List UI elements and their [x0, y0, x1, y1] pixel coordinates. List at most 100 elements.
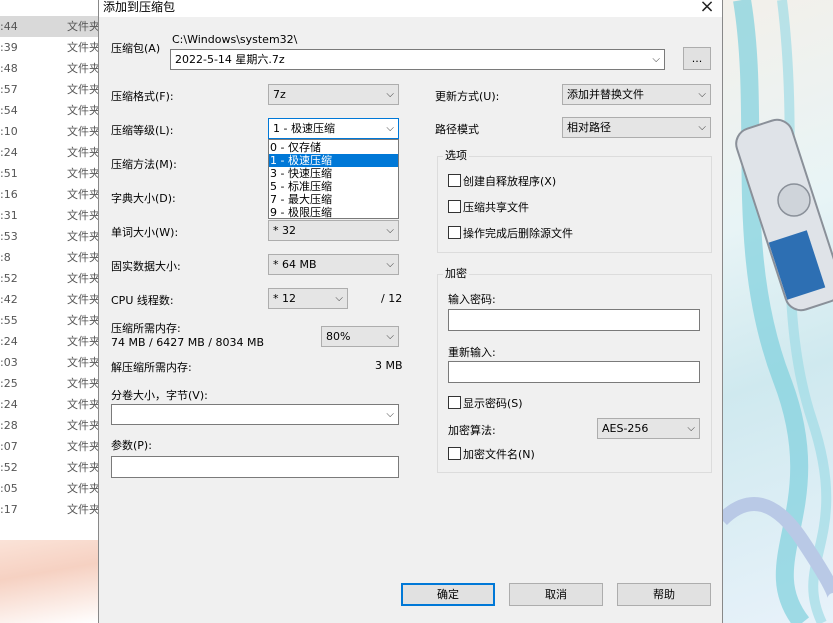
- password-input[interactable]: [448, 309, 700, 331]
- volume-label: 分卷大小，字节(V):: [111, 389, 208, 402]
- encrypt-method-select[interactable]: AES-256 ⌵: [597, 418, 700, 439]
- level-option[interactable]: 0 - 仅存储: [269, 141, 398, 154]
- memory-label: 压缩所需内存:: [111, 322, 181, 335]
- encrypt-names-checkbox[interactable]: 加密文件名(N): [448, 447, 535, 462]
- background-list-row: :16 文件夹: [0, 184, 100, 205]
- row-time: :42: [0, 293, 18, 306]
- level-option[interactable]: 9 - 极限压缩: [269, 206, 398, 219]
- row-time: :24: [0, 146, 18, 159]
- show-password-checkbox[interactable]: 显示密码(S): [448, 396, 523, 411]
- background-wallpaper-left: [0, 540, 100, 623]
- delete-checkbox[interactable]: 操作完成后删除源文件: [448, 226, 573, 241]
- row-type: 文件夹: [67, 125, 100, 138]
- background-list-row: :39 文件夹: [0, 37, 100, 58]
- row-type: 文件夹: [67, 272, 100, 285]
- level-select[interactable]: 1 - 极速压缩 ⌵: [268, 118, 399, 139]
- chevron-down-icon: ⌵: [335, 293, 343, 304]
- background-wallpaper-right: [722, 0, 833, 623]
- word-select[interactable]: * 32 ⌵: [268, 220, 399, 241]
- solid-select[interactable]: * 64 MB ⌵: [268, 254, 399, 275]
- chevron-down-icon: ⌵: [386, 259, 394, 270]
- sfx-label: 创建自释放程序(X): [463, 175, 557, 188]
- help-button[interactable]: 帮助: [617, 583, 711, 606]
- row-time: :28: [0, 419, 18, 432]
- update-value: 添加并替换文件: [567, 88, 644, 101]
- row-type: 文件夹: [67, 440, 100, 453]
- archive-name-combo[interactable]: 2022-5-14 星期六.7z ⌵: [170, 49, 665, 70]
- dict-label: 字典大小(D):: [111, 192, 176, 205]
- level-option[interactable]: 3 - 快速压缩: [269, 167, 398, 180]
- cancel-button[interactable]: 取消: [509, 583, 603, 606]
- background-list-row: :57 文件夹: [0, 79, 100, 100]
- checkbox-icon[interactable]: [448, 174, 461, 187]
- level-option[interactable]: 1 - 极速压缩: [269, 154, 398, 167]
- ok-button[interactable]: 确定: [401, 583, 495, 606]
- row-type: 文件夹: [67, 314, 100, 327]
- volume-combo[interactable]: ⌵: [111, 404, 399, 425]
- path-mode-select[interactable]: 相对路径 ⌵: [562, 117, 711, 138]
- chevron-down-icon[interactable]: ⌵: [652, 50, 660, 69]
- threads-label: CPU 线程数:: [111, 294, 174, 307]
- format-select[interactable]: 7z ⌵: [268, 84, 399, 105]
- background-list-row: :03 文件夹: [0, 352, 100, 373]
- checkbox-icon[interactable]: [448, 226, 461, 239]
- row-type: 文件夹: [67, 356, 100, 369]
- format-label: 压缩格式(F):: [111, 90, 174, 103]
- background-list-row: :24 文件夹: [0, 394, 100, 415]
- solid-value: * 64 MB: [273, 258, 317, 271]
- row-time: :39: [0, 41, 18, 54]
- word-value: * 32: [273, 224, 296, 237]
- format-value: 7z: [273, 88, 286, 101]
- background-list-row: :07 文件夹: [0, 436, 100, 457]
- params-label: 参数(P):: [111, 439, 152, 452]
- chevron-down-icon: ⌵: [386, 123, 394, 134]
- level-option[interactable]: 5 - 标准压缩: [269, 180, 398, 193]
- row-type: 文件夹: [67, 188, 100, 201]
- row-time: :53: [0, 230, 18, 243]
- checkbox-icon[interactable]: [448, 200, 461, 213]
- background-list-row: :24 文件夹: [0, 331, 100, 352]
- params-input[interactable]: [111, 456, 399, 478]
- row-type: 文件夹: [67, 377, 100, 390]
- show-password-label: 显示密码(S): [463, 397, 523, 410]
- background-list-row: :54 文件夹: [0, 100, 100, 121]
- browse-button[interactable]: ...: [683, 47, 711, 70]
- row-type: 文件夹: [67, 209, 100, 222]
- level-option[interactable]: 7 - 最大压缩: [269, 193, 398, 206]
- background-list-row: :31 文件夹: [0, 205, 100, 226]
- decomp-value: 3 MB: [375, 359, 403, 372]
- threads-select[interactable]: * 12 ⌵: [268, 288, 348, 309]
- reenter-password-input[interactable]: [448, 361, 700, 383]
- checkbox-icon[interactable]: [448, 447, 461, 460]
- row-type: 文件夹: [67, 146, 100, 159]
- title-bar: 添加到压缩包 ×: [99, 0, 722, 17]
- checkbox-icon[interactable]: [448, 396, 461, 409]
- chevron-down-icon: ⌵: [698, 89, 706, 100]
- background-list-row: :44 文件夹: [0, 16, 100, 37]
- background-list-row: :53 文件夹: [0, 226, 100, 247]
- decomp-label: 解压缩所需内存:: [111, 361, 192, 374]
- background-list-row: :48 文件夹: [0, 58, 100, 79]
- close-icon[interactable]: ×: [692, 0, 722, 17]
- shared-checkbox[interactable]: 压缩共享文件: [448, 200, 529, 215]
- chevron-down-icon: ⌵: [386, 409, 394, 420]
- memory-percent-select[interactable]: 80% ⌵: [321, 326, 399, 347]
- word-label: 单词大小(W):: [111, 226, 179, 239]
- update-select[interactable]: 添加并替换文件 ⌵: [562, 84, 711, 105]
- background-list-row: :8 文件夹: [0, 247, 100, 268]
- background-list-row: :42 文件夹: [0, 289, 100, 310]
- background-list-row: :24 文件夹: [0, 142, 100, 163]
- row-type: 文件夹: [67, 335, 100, 348]
- encryption-title: 加密: [443, 267, 469, 280]
- row-type: 文件夹: [67, 41, 100, 54]
- sfx-checkbox[interactable]: 创建自释放程序(X): [448, 174, 556, 189]
- row-time: :25: [0, 377, 18, 390]
- level-value: 1 - 极速压缩: [273, 122, 335, 135]
- reenter-label: 重新输入:: [448, 346, 496, 359]
- level-label: 压缩等级(L):: [111, 124, 174, 137]
- row-type: 文件夹: [67, 503, 100, 516]
- add-to-archive-dialog: 添加到压缩包 × 压缩包(A) C:\Windows\system32\ 202…: [98, 0, 723, 623]
- encrypt-names-label: 加密文件名(N): [463, 448, 535, 461]
- row-type: 文件夹: [67, 83, 100, 96]
- path-mode-label: 路径模式: [435, 123, 479, 136]
